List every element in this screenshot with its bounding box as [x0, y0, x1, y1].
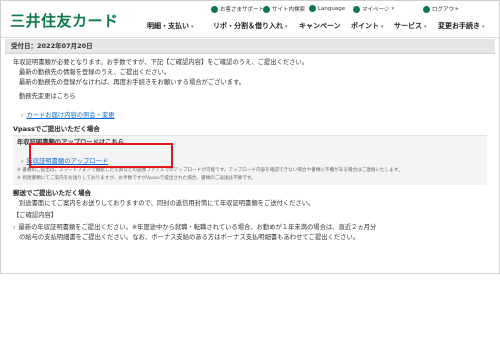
nav-label: 変更お手続き — [438, 22, 480, 30]
employment-note-1: 最新の勤務先の情報を登録のうえ、ご提出ください。 — [19, 69, 171, 76]
nav-label: サービス — [394, 22, 422, 30]
chevron-down-icon: ▾ — [191, 24, 194, 30]
confirm-text-2: の給与の支払明細書をご提出ください。なお、ボーナス支給のある方はボーナス支払明細… — [19, 234, 360, 241]
globe-icon — [309, 5, 316, 12]
chevron-down-icon: ▾ — [391, 6, 395, 12]
nav-campaign[interactable]: キャンペーン — [299, 21, 341, 31]
chevron-down-icon: ▾ — [482, 24, 485, 30]
logout-link[interactable]: ログアウト — [423, 5, 460, 13]
confirm-line-1: › 最新の年収証明書類をご提出ください。※年度途中から就職・転職されている場合、お… — [13, 223, 487, 233]
change-workplace-row: › カードお届け内容の照会・変更 — [13, 102, 487, 121]
mypage-label: マイページ — [362, 7, 390, 13]
nav-label: 明細・支払い — [147, 22, 189, 30]
mypage-link[interactable]: マイページ ▾ — [353, 5, 394, 13]
employment-note-2: 最新の勤務先の登録がなければ、再度お手続きをお願いする場合がございます。 — [19, 79, 246, 86]
bullet-icon: › — [13, 224, 16, 231]
nav-label: リボ・分割＆借り入れ — [213, 22, 283, 30]
mail-text: 別途書面にてご案内をお送りしておりますので、同封の返信用封筒にて年収証明書類をご… — [19, 200, 315, 207]
received-date-bar: 受付日：2022年07月20日 — [5, 39, 495, 54]
chevron-down-icon: ▾ — [381, 24, 384, 30]
change-workplace-label: 勤務先変更はこちら — [19, 93, 76, 100]
site-search-label: サイト内検索 — [272, 7, 306, 13]
nav-procedures[interactable]: 変更お手続き ▾ — [438, 21, 485, 31]
upload-note-2: ※ 到達書類にてご案内をお送りしておりますが、お手数ですがVpassで提出された… — [17, 176, 256, 181]
support-label: お客さまサポート — [220, 7, 265, 13]
language-link[interactable]: Language — [309, 5, 345, 12]
question-circle-icon — [211, 5, 218, 13]
language-label: Language — [318, 5, 346, 12]
nav-services[interactable]: サービス ▾ — [394, 21, 427, 31]
nav-label: キャンペーン — [299, 22, 341, 30]
upload-note-1: ※ 書類のご提出は、スマートフォンで撮影した写真などの画像ファイルでのアップロー… — [17, 168, 403, 173]
person-icon — [353, 5, 360, 13]
chevron-down-icon: ▾ — [424, 24, 427, 30]
highlight-box — [29, 143, 173, 168]
intro-text: 年収証明書類が必要となります。お手数ですが、下記【ご確認内容】をご確認のうえ、ご… — [13, 59, 309, 66]
door-icon — [423, 5, 430, 13]
nav-points[interactable]: ポイント ▾ — [351, 21, 384, 31]
logo[interactable]: 三井住友カード — [10, 10, 119, 31]
chevron-down-icon: ▾ — [285, 24, 288, 30]
browser-frame: 三井住友カード お客さまサポート サイト内検索 Language マイページ ▾… — [0, 0, 500, 274]
change-workplace-link[interactable]: カードお届け内容の照会・変更 — [26, 112, 114, 119]
chevron-right-icon: › — [21, 112, 24, 119]
confirm-text-1: 最新の年収証明書類をご提出ください。※年度途中から就職・転職されている場合、お勤… — [18, 224, 377, 231]
chevron-right-icon: › — [21, 158, 24, 165]
site-header: 三井住友カード お客さまサポート サイト内検索 Language マイページ ▾… — [1, 1, 499, 38]
nav-label: ポイント — [351, 22, 379, 30]
sitemap-icon — [263, 5, 270, 13]
nav-statements[interactable]: 明細・支払い ▾ — [147, 21, 194, 31]
logout-label: ログアウト — [432, 7, 460, 13]
nav-revolving[interactable]: リボ・分割＆借り入れ ▾ — [213, 21, 288, 31]
site-search-link[interactable]: サイト内検索 — [263, 5, 305, 13]
mail-heading: 郵送でご提出いただく場合 — [13, 189, 91, 197]
vpass-heading: Vpassでご提出いただく場合 — [13, 125, 100, 133]
support-link[interactable]: お客さまサポート — [211, 5, 264, 13]
confirm-heading: 【ご確認内容】 — [13, 212, 58, 219]
